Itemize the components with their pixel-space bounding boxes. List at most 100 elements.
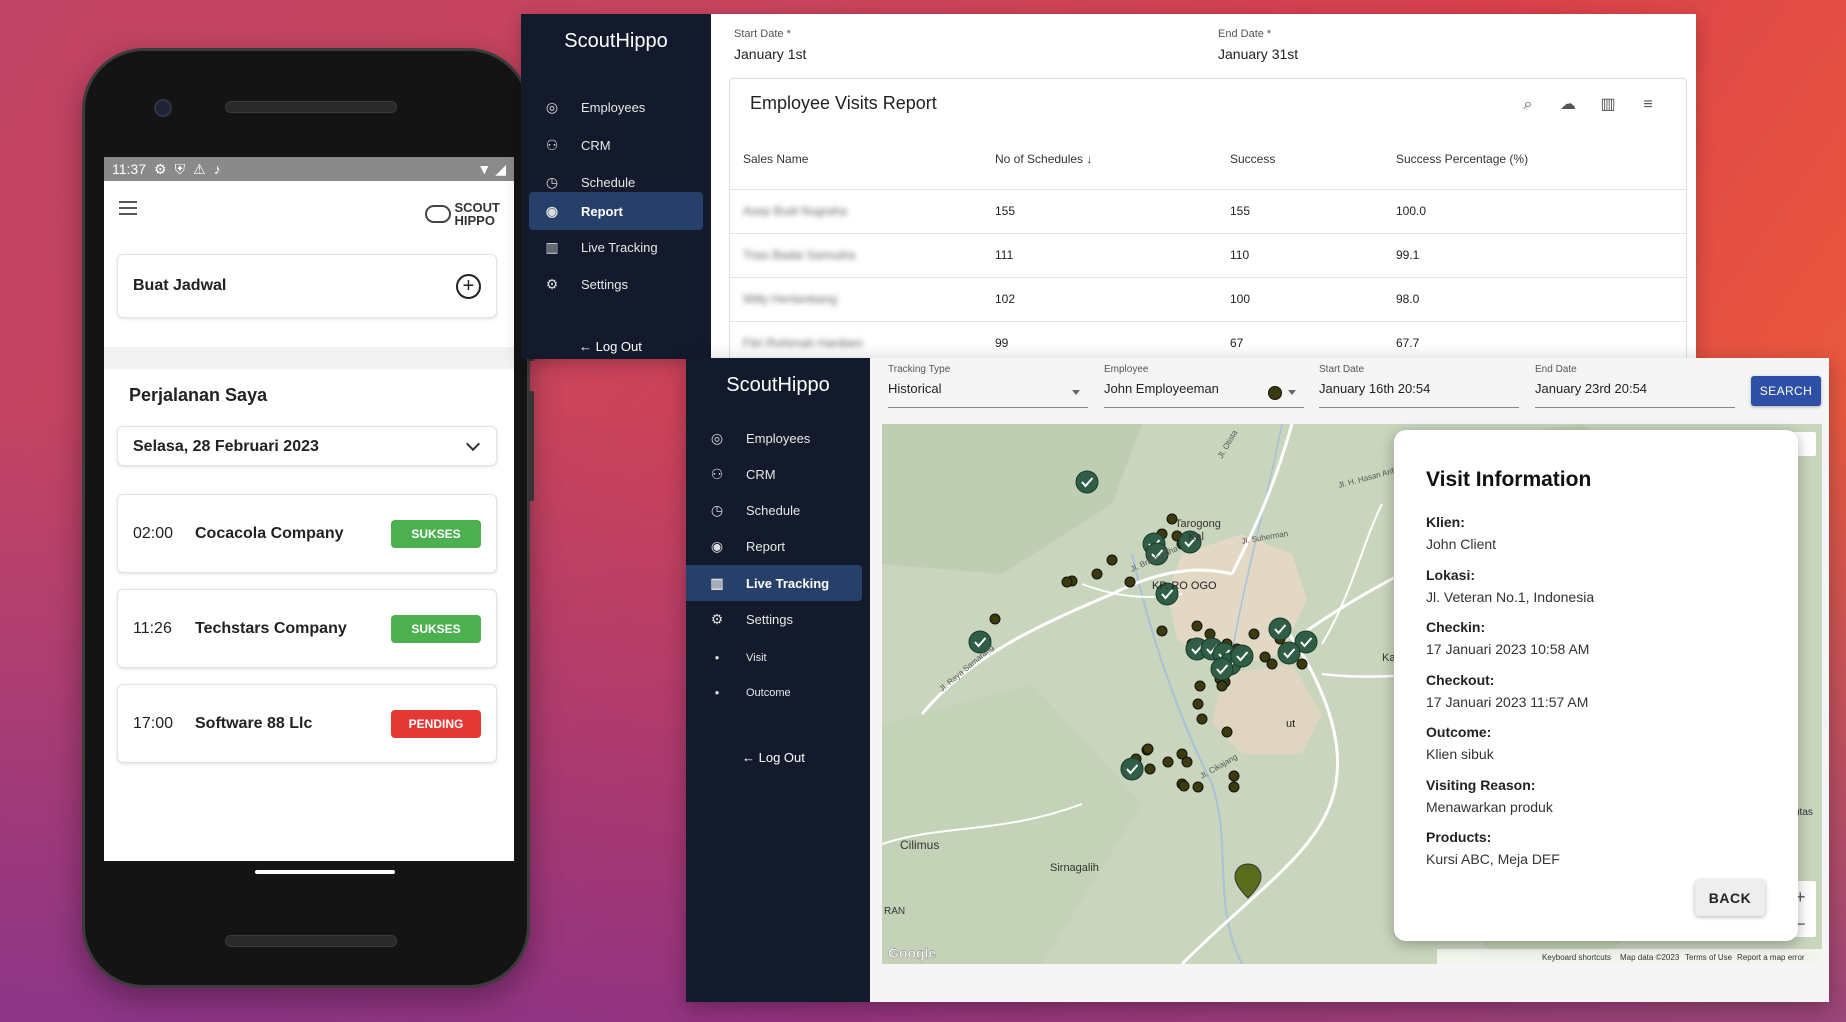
visit-dot-marker[interactable] (1196, 713, 1208, 725)
brand-line-2: HIPPO (454, 213, 495, 228)
signal-icon: ◢ (495, 160, 506, 177)
visit-dot-marker[interactable] (1061, 576, 1073, 588)
sidebar-item-schedule[interactable]: ◷ Schedule (694, 492, 870, 528)
visit-dot-marker[interactable] (1228, 781, 1240, 793)
visit-dot-marker[interactable] (1296, 658, 1308, 670)
tracking-type-select[interactable]: Tracking Type Historical (888, 364, 1088, 408)
start-date-field[interactable]: Start Date * January 1st (734, 28, 1211, 80)
view-column-icon[interactable]: ▥ (1598, 95, 1618, 115)
table-row[interactable]: Willy Herlambang 102 100 98.0 (730, 277, 1686, 321)
sidebar-item-live-tracking[interactable]: ▥ Live Tracking (529, 228, 703, 266)
visit-dot-marker[interactable] (1221, 726, 1233, 738)
visit-dot-marker[interactable] (1194, 680, 1206, 692)
visit-success-marker[interactable] (1075, 470, 1099, 494)
visit-dot-marker[interactable] (1204, 628, 1216, 640)
chevron-down-icon (465, 436, 481, 452)
visit-dot-marker[interactable] (1178, 780, 1190, 792)
sidebar-item-employees[interactable]: ◎ Employees (694, 420, 870, 456)
tracking-type-label: Tracking Type (888, 364, 951, 375)
sidebar: ScoutHippo ◎ Employees ⚇ CRM ◷ Schedule … (521, 14, 711, 359)
schedules-cell: 155 (995, 204, 1016, 218)
column-header-schedules[interactable]: No of Schedules ↓ (995, 152, 1092, 166)
visit-dot-marker[interactable] (1216, 680, 1228, 692)
sidebar-item-label: Employees (581, 99, 646, 115)
sidebar-item-live-tracking[interactable]: ▥ Live Tracking (686, 565, 862, 601)
field-value: 17 Januari 2023 10:58 AM (1426, 641, 1590, 657)
visit-dot-marker[interactable] (989, 613, 1001, 625)
visit-dot-marker[interactable] (1106, 554, 1118, 566)
report-error-link[interactable]: Report a map error (1737, 953, 1805, 962)
visit-dot-marker[interactable] (1248, 628, 1260, 640)
visit-field-products: Products: Kursi ABC, Meja DEF (1426, 829, 1560, 867)
visit-info-title: Visit Information (1426, 468, 1592, 491)
scouthippo-logo: SCOUT HIPPO (424, 201, 500, 228)
create-schedule-label: Buat Jadwal (133, 277, 227, 294)
table-row[interactable]: Trias Badai Samudra 111 110 99.1 (730, 233, 1686, 277)
visit-dot-marker[interactable] (1156, 625, 1168, 637)
visit-dot-marker[interactable] (1144, 763, 1156, 775)
map-label-ran: RAN (884, 906, 905, 917)
trip-card[interactable]: 11:26 Techstars Company SUKSES (117, 589, 497, 668)
visit-dot-marker[interactable] (1142, 743, 1154, 755)
sidebar-item-report[interactable]: ◉ Report (694, 528, 870, 564)
map-data-label: Map data ©2023 (1620, 953, 1680, 962)
sidebar-item-crm[interactable]: ⚇ CRM (694, 456, 870, 492)
column-header-percentage[interactable]: Success Percentage (%) (1396, 152, 1528, 166)
visit-dot-marker[interactable] (1181, 756, 1193, 768)
visit-success-marker[interactable] (1120, 757, 1144, 781)
hamburger-menu-icon[interactable] (119, 201, 137, 215)
start-date-field[interactable]: Start Date January 16th 20:54 (1319, 364, 1519, 408)
search-icon[interactable]: ⌕ (1518, 95, 1538, 115)
settings-status-icon: ⚙ (154, 160, 167, 177)
account-circle-icon: ◎ (710, 430, 724, 446)
warning-status-icon: ⚠ (193, 160, 206, 177)
visit-success-marker[interactable] (1210, 657, 1234, 681)
tracking-type-value: Historical (888, 381, 942, 396)
logout-button[interactable]: ← Log Out (579, 339, 642, 354)
trip-card[interactable]: 17:00 Software 88 Llc PENDING (117, 684, 497, 763)
create-schedule-card[interactable]: Buat Jadwal + (117, 254, 497, 318)
map-label-kp: KP. RO OGO (1152, 580, 1217, 592)
visit-dot-marker[interactable] (1162, 756, 1174, 768)
sidebar-item-report[interactable]: ◉ Report (529, 192, 703, 230)
trip-card[interactable]: 02:00 Cocacola Company SUKSES (117, 494, 497, 573)
sidebar-subitem-visit[interactable]: ● Visit (694, 643, 870, 673)
add-circle-icon[interactable]: + (456, 274, 481, 299)
visit-dot-marker[interactable] (1192, 698, 1204, 710)
sidebar-item-settings[interactable]: ⚙ Settings (694, 601, 870, 637)
table-row[interactable]: Fitri Rohimah Hardiani 99 67 67.7 (730, 321, 1686, 359)
status-bar: 11:37 ⚙ ⛨ ⚠ ♪ ▼ ◢ (104, 157, 514, 181)
column-header-sales-name[interactable]: Sales Name (743, 152, 808, 166)
report-title: Employee Visits Report (750, 93, 937, 113)
filter-icon[interactable]: ≡ (1638, 95, 1658, 115)
sidebar-subitem-outcome[interactable]: ● Outcome (694, 678, 870, 708)
sidebar-item-employees[interactable]: ◎ Employees (529, 88, 703, 126)
logout-button[interactable]: ← Log Out (742, 750, 805, 765)
visit-dot-marker[interactable] (1091, 568, 1103, 580)
sidebar-item-settings[interactable]: ⚙ Settings (529, 265, 703, 303)
sidebar-item-label: Settings (746, 611, 793, 627)
sidebar-item-crm[interactable]: ⚇ CRM (529, 126, 703, 164)
keyboard-shortcuts-link[interactable]: Keyboard shortcuts (1542, 953, 1611, 962)
end-date-field[interactable]: End Date January 23rd 20:54 (1535, 364, 1735, 408)
search-button[interactable]: SEARCH (1751, 376, 1821, 406)
visit-success-marker[interactable] (1268, 617, 1292, 641)
visit-dot-marker[interactable] (1228, 770, 1240, 782)
visit-dot-marker[interactable] (1191, 620, 1203, 632)
cloud-download-icon[interactable]: ☁ (1558, 95, 1578, 115)
end-date-field[interactable]: End Date * January 31st (1218, 28, 1688, 80)
trip-company: Software 88 Llc (195, 715, 313, 732)
terms-link[interactable]: Terms of Use (1685, 953, 1733, 962)
table-row[interactable]: Asep Budi Nugraha 155 155 100.0 (730, 189, 1686, 233)
employee-select[interactable]: Employee John Employeeman (1104, 364, 1304, 408)
visit-success-marker[interactable] (1230, 644, 1254, 668)
field-underline (1535, 407, 1735, 408)
visit-dot-marker[interactable] (1124, 576, 1136, 588)
visit-success-marker[interactable] (1277, 641, 1301, 665)
home-indicator[interactable] (255, 870, 395, 874)
column-header-success[interactable]: Success (1230, 152, 1275, 166)
visit-dot-marker[interactable] (1192, 781, 1204, 793)
date-select[interactable]: Selasa, 28 Februari 2023 (117, 426, 497, 466)
back-button[interactable]: BACK (1695, 880, 1765, 916)
visit-dot-marker[interactable] (1266, 658, 1278, 670)
